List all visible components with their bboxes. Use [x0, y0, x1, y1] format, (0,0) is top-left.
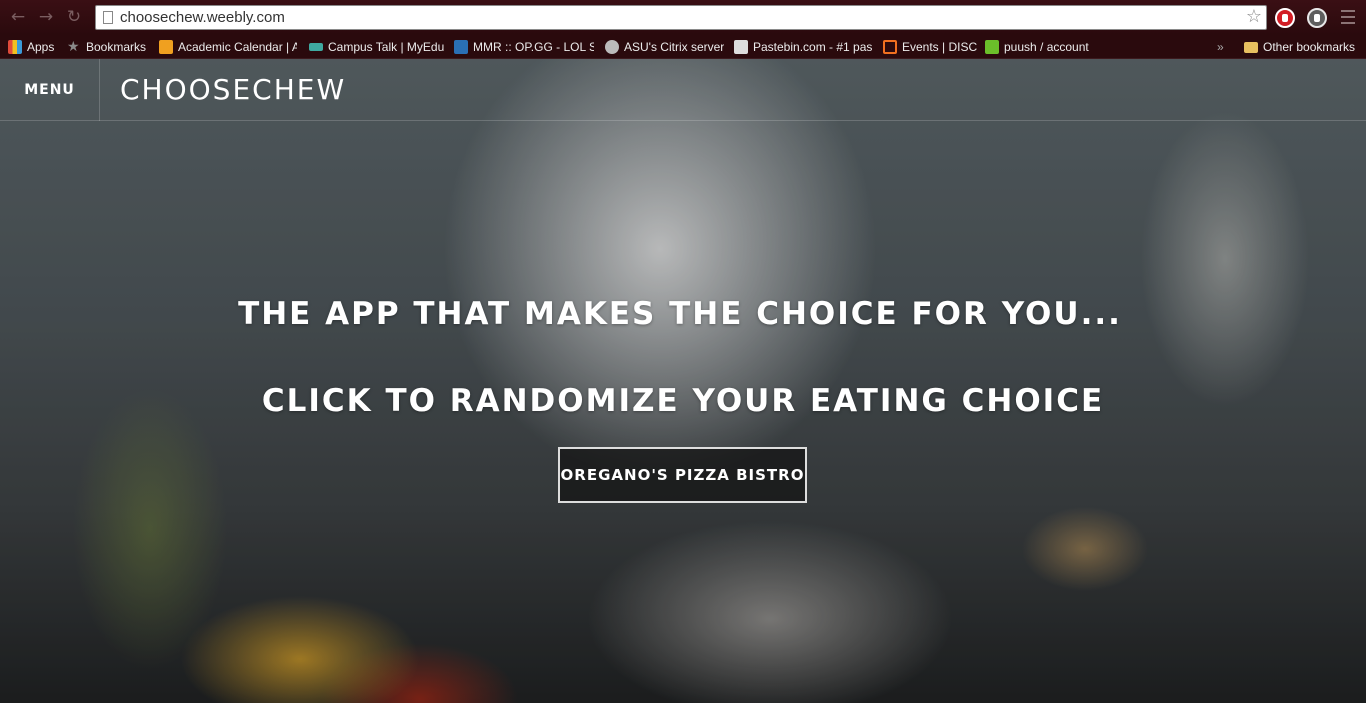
headline-tagline: THE APP THAT MAKES THE CHOICE FOR YOU...: [238, 296, 1122, 332]
apps-grid-icon: [8, 40, 22, 54]
hero-background-image: [0, 59, 1366, 703]
forward-arrow-icon[interactable]: →: [36, 7, 56, 27]
randomize-button[interactable]: OREGANO'S PIZZA BISTRO: [558, 447, 807, 503]
adblock-extension-icon[interactable]: [1275, 8, 1295, 28]
citrix-icon: [605, 40, 619, 54]
star-icon: ★: [67, 39, 80, 55]
page-icon: [103, 11, 113, 24]
headline-instruction: CLICK TO RANDOMIZE YOUR EATING CHOICE: [261, 383, 1105, 419]
url-text[interactable]: choosechew.weebly.com: [120, 9, 285, 26]
bookmarks-overflow-chevron[interactable]: »: [1217, 38, 1231, 56]
bookmark-pastebin[interactable]: Pastebin.com - #1 pas: [734, 38, 872, 56]
address-bar[interactable]: choosechew.weebly.com ☆: [95, 5, 1267, 30]
bookmark-puush[interactable]: puush / account: [985, 38, 1100, 56]
calendar-icon: [159, 40, 173, 54]
back-arrow-icon[interactable]: ←: [8, 7, 28, 27]
disc-icon: [883, 40, 897, 54]
bookmark-apps[interactable]: Apps: [8, 38, 58, 56]
mortarboard-icon: [309, 43, 323, 51]
site-title[interactable]: CHOOSECHEW: [120, 73, 346, 106]
hero-section: MENU CHOOSECHEW THE APP THAT MAKES THE C…: [0, 59, 1366, 703]
bookmark-star-icon[interactable]: ☆: [1246, 7, 1262, 27]
chrome-menu-icon[interactable]: [1341, 10, 1355, 24]
site-header: MENU CHOOSECHEW: [0, 59, 1366, 121]
puush-icon: [985, 40, 999, 54]
folder-icon: [1244, 41, 1258, 53]
bookmark-events-disc[interactable]: Events | DISC: [883, 38, 978, 56]
bookmark-citrix[interactable]: ASU's Citrix server: [605, 38, 725, 56]
extension-icon[interactable]: [1307, 8, 1327, 28]
bookmarks-bar: Apps ★ Bookmarks Academic Calendar | A C…: [0, 35, 1366, 59]
bookmark-other-bookmarks[interactable]: Other bookmarks: [1244, 38, 1362, 56]
bookmark-campus-talk[interactable]: Campus Talk | MyEdu: [309, 38, 445, 56]
bookmark-opgg[interactable]: MMR :: OP.GG - LOL S: [454, 38, 594, 56]
menu-button[interactable]: MENU: [0, 59, 100, 121]
bookmark-bookmarks[interactable]: ★ Bookmarks: [67, 38, 151, 56]
pastebin-icon: [734, 40, 748, 54]
reload-icon[interactable]: ↻: [64, 7, 84, 27]
bookmark-academic-calendar[interactable]: Academic Calendar | A: [159, 38, 297, 56]
opgg-icon: [454, 40, 468, 54]
browser-toolbar: ← → ↻ choosechew.weebly.com ☆: [0, 0, 1366, 35]
